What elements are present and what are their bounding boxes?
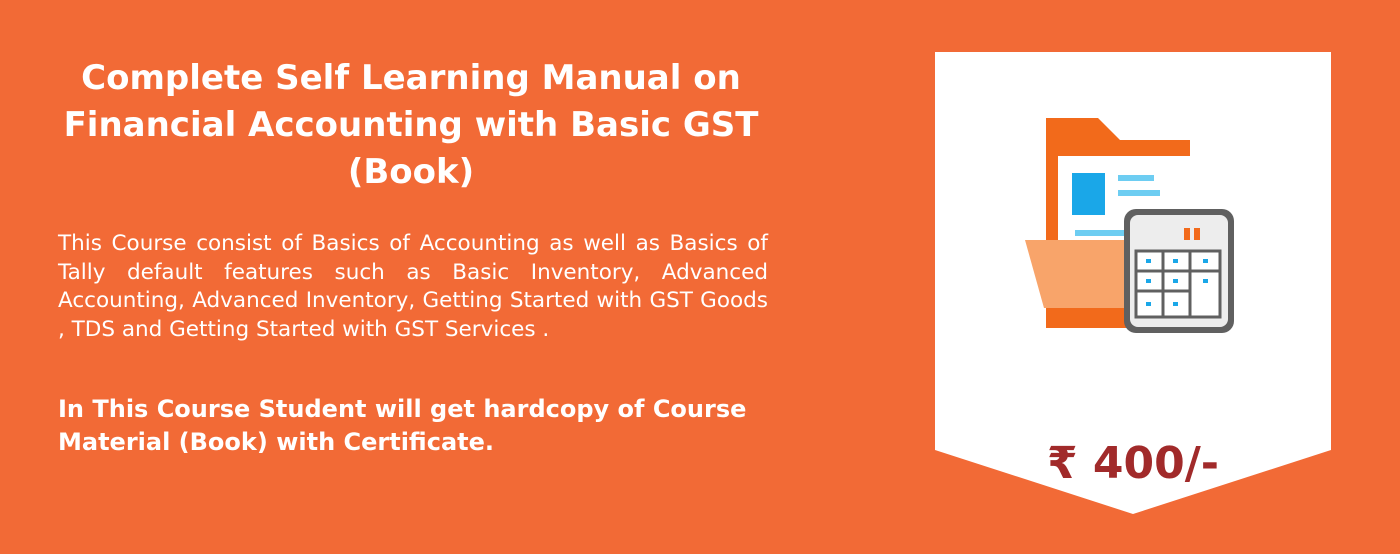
course-highlight-line-2: Material (Book) with Certificate. <box>58 428 495 456</box>
course-title-line-2: Financial Accounting with Basic GST <box>63 105 759 145</box>
course-description: This Course consist of Basics of Account… <box>58 231 768 342</box>
course-highlight: In This Course Student will get hardcopy… <box>58 393 770 459</box>
course-title-line-3: (Book) <box>347 152 475 192</box>
price-label: ₹ 400/- <box>1046 438 1220 489</box>
folder-calculator-icon <box>1025 118 1234 333</box>
course-title: Complete Self Learning Manual on Financi… <box>55 55 767 196</box>
price-tag-card: ₹ 400/- <box>935 52 1331 514</box>
course-title-line-1: Complete Self Learning Manual on <box>81 58 741 98</box>
course-highlight-line-1: In This Course Student will get hardcopy… <box>58 395 747 423</box>
course-banner: Complete Self Learning Manual on Financi… <box>0 0 1400 554</box>
